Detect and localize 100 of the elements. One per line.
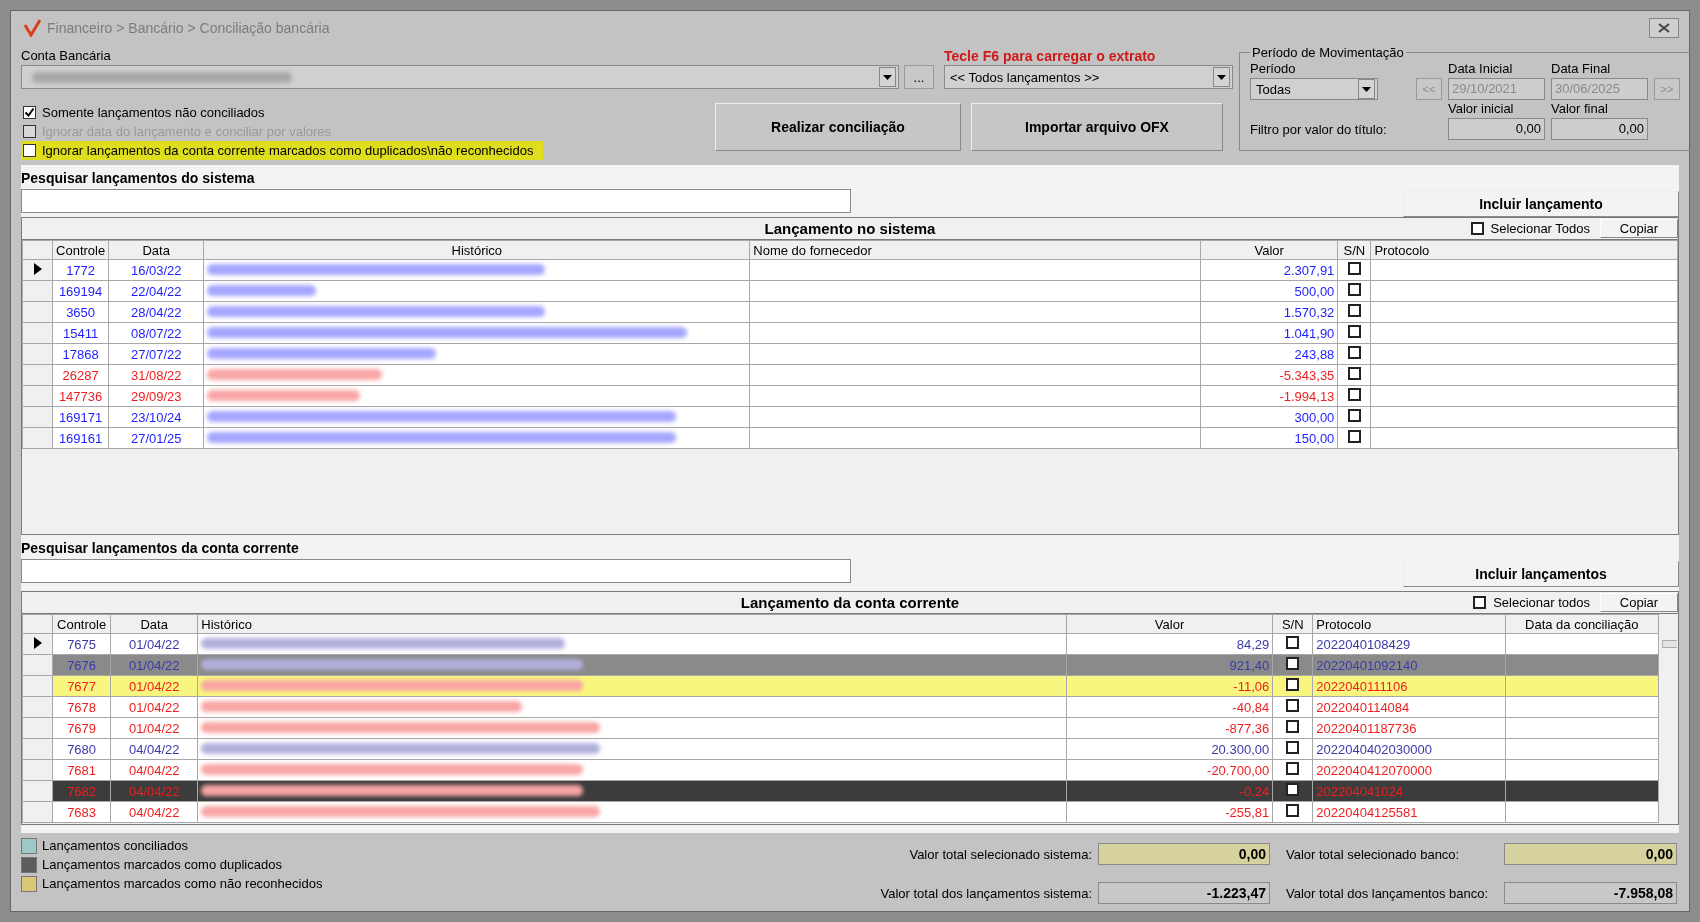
checkbox[interactable] (1473, 596, 1487, 609)
table-row[interactable]: 1772 16/03/22 2.307,91 (22, 259, 1678, 281)
row-header[interactable] (22, 259, 53, 281)
close-button[interactable] (1649, 18, 1679, 38)
total-field: 0,00 (1504, 843, 1677, 865)
checkbox[interactable] (23, 106, 36, 119)
table-cell: 20.300,00 (1066, 738, 1273, 760)
section-label: Pesquisar lançamentos da conta corrente (21, 539, 300, 557)
table-cell: -255,81 (1066, 801, 1273, 823)
action-button[interactable]: Importar arquivo OFX (971, 103, 1223, 151)
column-header[interactable]: Valor (1066, 614, 1273, 634)
total-field: 0,00 (1098, 843, 1270, 865)
total-field: -7.958,08 (1504, 882, 1677, 904)
field-label: Filtro por valor do título: (1250, 121, 1388, 139)
checkbox[interactable] (1286, 741, 1300, 754)
checkbox[interactable] (1286, 804, 1300, 817)
column-header[interactable]: Controle (52, 240, 109, 260)
row-header[interactable] (22, 633, 53, 655)
breadcrumb: Financeiro > Bancário > Conciliação bancária (47, 20, 330, 36)
table-cell: 921,40 (1066, 654, 1273, 676)
table-row[interactable]: 169194 22/04/22 500,00 (22, 280, 1678, 302)
field-label: Valor final (1551, 100, 1609, 118)
checkbox[interactable] (1347, 388, 1361, 401)
table-row[interactable]: 15411 08/07/22 1.041,90 (22, 322, 1678, 344)
checkbox[interactable] (1347, 304, 1361, 317)
checkbox-label: Selecionar Todos (1490, 221, 1590, 236)
checkbox[interactable] (1286, 678, 1300, 691)
table-cell: -20.700,00 (1066, 759, 1273, 781)
statement-dropdown[interactable]: << Todos lançamentos >> (944, 65, 1233, 89)
checkbox[interactable] (1347, 262, 1361, 275)
column-header[interactable]: S/N (1272, 614, 1313, 634)
checkbox[interactable] (1286, 636, 1300, 649)
field-label: Data Final (1551, 60, 1612, 78)
column-header[interactable]: Protocolo (1370, 240, 1678, 260)
close-icon (1658, 23, 1670, 33)
checkbox[interactable] (1286, 762, 1300, 775)
table-cell: -11,06 (1066, 675, 1273, 697)
browse-button[interactable]: ... (904, 65, 934, 89)
checkbox[interactable] (1347, 430, 1361, 443)
total-label: Valor total selecionado sistema: (908, 846, 1092, 862)
checkbox-label: Ignorar lançamentos da conta corrente marcados como duplicados\não reconhecidos (42, 143, 534, 158)
column-header[interactable]: Valor (1200, 240, 1338, 260)
checkbox-label: Selecionar todos (1493, 595, 1590, 610)
column-header[interactable]: Protocolo (1312, 614, 1506, 634)
table-row[interactable]: 169161 27/01/25 150,00 (22, 427, 1678, 449)
row-pointer-icon (33, 636, 42, 649)
checkbox[interactable] (23, 144, 36, 157)
table-row[interactable]: 147736 29/09/23 -1.994,13 (22, 385, 1678, 407)
checkbox[interactable] (1347, 346, 1361, 359)
total-label: Valor total dos lançamentos sistema: (879, 885, 1092, 901)
grid-title: Lançamento no sistema (764, 220, 936, 237)
section-label: Pesquisar lançamentos do sistema (21, 169, 256, 187)
checkbox[interactable] (1470, 222, 1484, 235)
legend-label: Lançamentos conciliados (42, 838, 188, 853)
add-button[interactable]: Incluir lançamentos (1403, 561, 1679, 587)
column-header[interactable]: Data da conciliação (1505, 614, 1659, 634)
value-field[interactable]: 0,00 (1551, 118, 1648, 140)
table-cell: -40,84 (1066, 696, 1273, 718)
checkbox[interactable] (1286, 699, 1300, 712)
total-label: Valor total dos lançamentos banco: (1285, 885, 1490, 901)
column-header[interactable]: Data (110, 614, 198, 634)
field-label: Período (1250, 60, 1297, 78)
hint-text: Tecle F6 para carregar o extrato (944, 47, 1157, 65)
field-label: Conta Bancária (21, 47, 112, 65)
table-row[interactable]: 17868 27/07/22 243,88 (22, 343, 1678, 365)
scrollbar-thumb[interactable] (1661, 640, 1678, 648)
action-button[interactable]: Realizar conciliação (715, 103, 961, 151)
grid-title: Lançamento da conta corrente (740, 594, 960, 611)
total-label: Valor total selecionado banco: (1285, 846, 1461, 862)
column-header[interactable]: Controle (52, 614, 111, 634)
checkbox[interactable] (1286, 657, 1300, 670)
value-field[interactable]: 0,00 (1448, 118, 1545, 140)
checkbox[interactable] (1286, 783, 1300, 796)
copy-button[interactable]: Copiar (1600, 593, 1678, 612)
column-header[interactable]: S/N (1337, 240, 1371, 260)
add-button[interactable]: Incluir lançamento (1403, 191, 1679, 217)
checkbox[interactable] (1286, 720, 1300, 733)
table-row[interactable]: 169171 23/10/24 300,00 (22, 406, 1678, 428)
search-field[interactable] (21, 189, 851, 213)
legend-label: Lançamentos marcados como duplicados (42, 857, 282, 872)
table-row[interactable]: 26287 31/08/22 -5.343,35 (22, 364, 1678, 386)
total-field: -1.223,47 (1098, 882, 1270, 904)
checkbox[interactable] (1347, 409, 1361, 422)
table-cell: -877,36 (1066, 717, 1273, 739)
row-pointer-icon (33, 262, 42, 275)
checkbox[interactable] (1347, 325, 1361, 338)
column-header[interactable]: Nome do fornecedor (749, 240, 1201, 260)
period-dropdown[interactable]: Todas (1250, 78, 1378, 100)
column-header[interactable]: Histórico (197, 614, 1067, 634)
checkbox[interactable] (1347, 283, 1361, 296)
search-field[interactable] (21, 559, 851, 583)
group-title: Período de Movimentação (1251, 45, 1405, 60)
column-header[interactable]: Data (108, 240, 204, 260)
table-cell: -0,24 (1066, 780, 1273, 802)
table-row[interactable]: 3650 28/04/22 1.570,32 (22, 301, 1678, 323)
legend-label: Lançamentos marcados como não reconhecidos (42, 876, 323, 891)
table-cell: 84,29 (1066, 633, 1273, 655)
column-header[interactable]: Histórico (203, 240, 750, 260)
checkbox[interactable] (1347, 367, 1361, 380)
copy-button[interactable]: Copiar (1600, 219, 1678, 238)
